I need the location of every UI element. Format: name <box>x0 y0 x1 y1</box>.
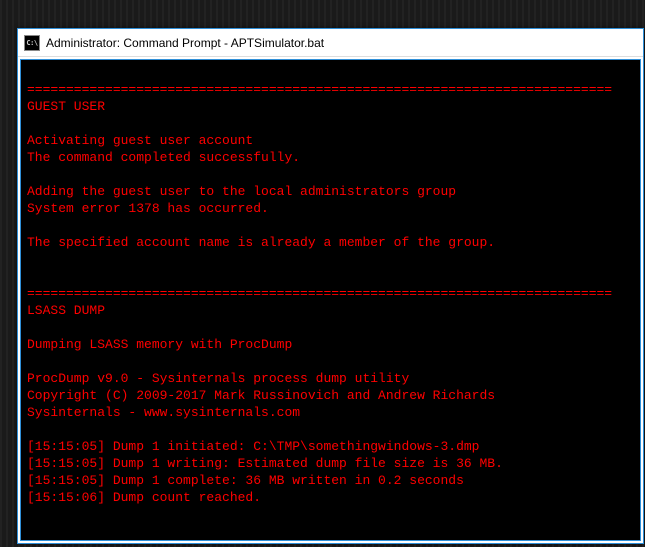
cmd-icon: C:\ <box>24 35 40 51</box>
terminal-line: The specified account name is already a … <box>27 234 634 251</box>
terminal-line: [15:15:06] Dump count reached. <box>27 489 634 506</box>
terminal-line: Sysinternals - www.sysinternals.com <box>27 404 634 421</box>
terminal-line <box>27 319 634 336</box>
terminal-line: The command completed successfully. <box>27 149 634 166</box>
terminal-line: LSASS DUMP <box>27 302 634 319</box>
terminal-line: System error 1378 has occurred. <box>27 200 634 217</box>
command-prompt-window: C:\ Administrator: Command Prompt - APTS… <box>17 28 644 544</box>
terminal-line <box>27 115 634 132</box>
terminal-line <box>27 353 634 370</box>
terminal-line: GUEST USER <box>27 98 634 115</box>
window-title: Administrator: Command Prompt - APTSimul… <box>46 36 324 50</box>
terminal-line: Activating guest user account <box>27 132 634 149</box>
terminal-line: Adding the guest user to the local admin… <box>27 183 634 200</box>
terminal-line <box>27 421 634 438</box>
terminal-line <box>27 523 634 540</box>
terminal-line: Dumping LSASS memory with ProcDump <box>27 336 634 353</box>
terminal-line <box>27 64 634 81</box>
terminal-line: ========================================… <box>27 81 634 98</box>
terminal-line: [15:15:05] Dump 1 complete: 36 MB writte… <box>27 472 634 489</box>
terminal-line: ========================================… <box>27 285 634 302</box>
terminal-line <box>27 268 634 285</box>
terminal-line <box>27 217 634 234</box>
terminal-line <box>27 251 634 268</box>
terminal-line <box>27 506 634 523</box>
terminal-output[interactable]: ========================================… <box>20 59 641 541</box>
window-titlebar[interactable]: C:\ Administrator: Command Prompt - APTS… <box>18 29 643 57</box>
terminal-line <box>27 166 634 183</box>
terminal-line: ========================================… <box>27 540 634 541</box>
terminal-line: Copyright (C) 2009-2017 Mark Russinovich… <box>27 387 634 404</box>
terminal-line: ProcDump v9.0 - Sysinternals process dum… <box>27 370 634 387</box>
terminal-line: [15:15:05] Dump 1 initiated: C:\TMP\some… <box>27 438 634 455</box>
terminal-line: [15:15:05] Dump 1 writing: Estimated dum… <box>27 455 634 472</box>
